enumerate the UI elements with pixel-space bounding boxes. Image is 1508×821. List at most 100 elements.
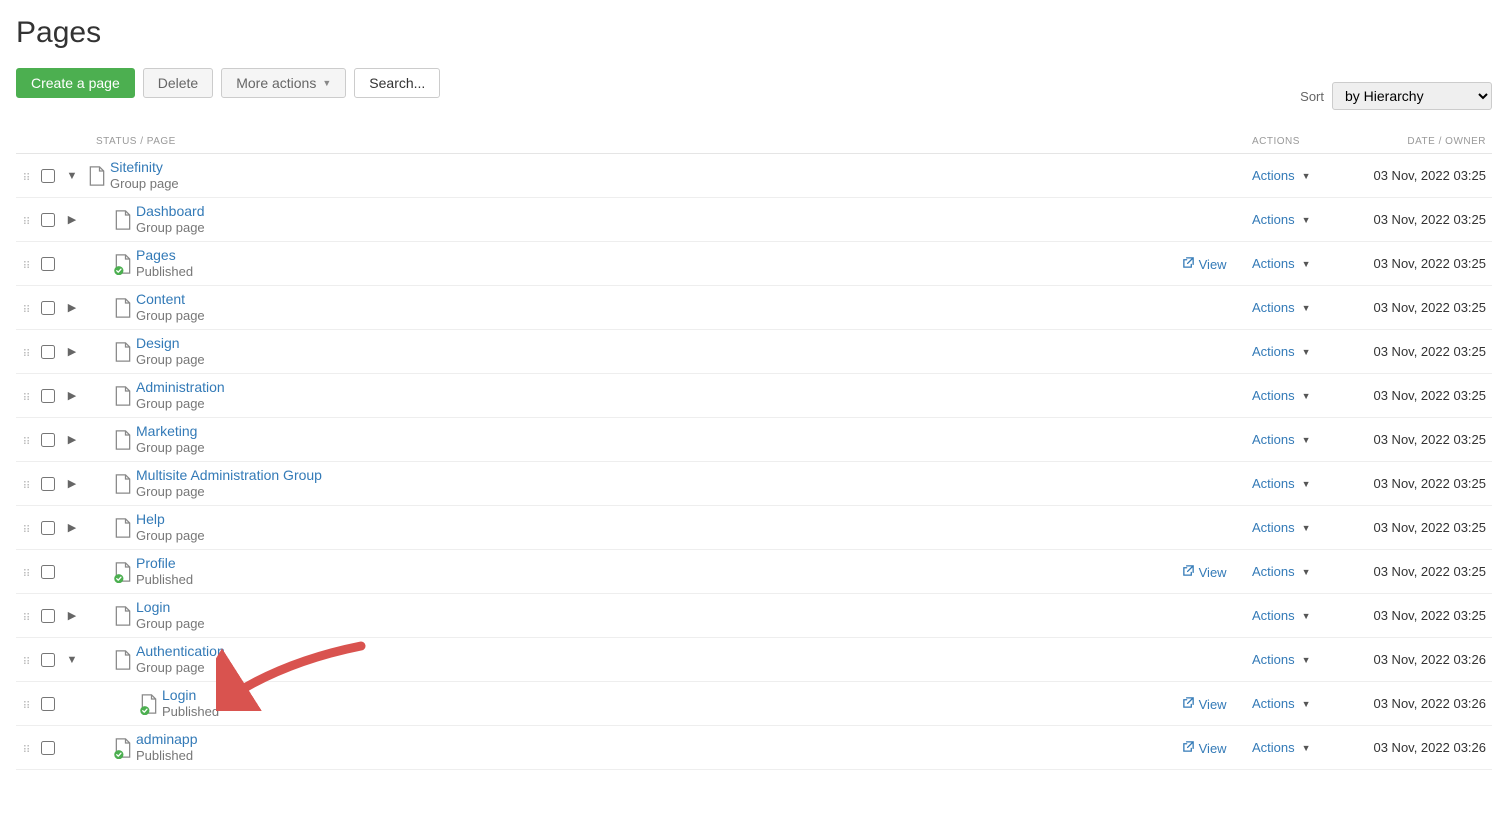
row-checkbox[interactable] (41, 257, 55, 271)
table-row[interactable]: LoginPublished ViewActions▼03 Nov, 2022 … (16, 682, 1492, 726)
row-checkbox[interactable] (41, 565, 55, 579)
delete-button[interactable]: Delete (143, 68, 213, 98)
page-name-link[interactable]: Sitefinity (110, 159, 1182, 176)
expand-toggle[interactable]: ▶ (60, 477, 84, 490)
page-name-link[interactable]: Login (162, 687, 1182, 704)
drag-handle[interactable] (16, 256, 36, 272)
page-name-link[interactable]: Design (136, 335, 1182, 352)
drag-handle[interactable] (16, 564, 36, 580)
row-actions-menu[interactable]: Actions▼ (1252, 564, 1332, 579)
collapse-toggle[interactable]: ▼ (60, 170, 84, 182)
drag-handle[interactable] (16, 696, 36, 712)
expand-toggle[interactable]: ▶ (60, 389, 84, 402)
page-name-link[interactable]: Content (136, 291, 1182, 308)
expand-toggle[interactable]: ▶ (60, 609, 84, 622)
drag-handle[interactable] (16, 520, 36, 536)
expand-toggle[interactable]: ▶ (60, 345, 84, 358)
caret-down-icon: ▼ (1302, 171, 1311, 181)
actions-label: Actions (1252, 652, 1295, 667)
drag-handle[interactable] (16, 740, 36, 756)
drag-handle[interactable] (16, 344, 36, 360)
table-row[interactable]: PagesPublished ViewActions▼03 Nov, 2022 … (16, 242, 1492, 286)
page-name-link[interactable]: Dashboard (136, 203, 1182, 220)
row-checkbox[interactable] (41, 301, 55, 315)
table-row[interactable]: ▶LoginGroup pageActions▼03 Nov, 2022 03:… (16, 594, 1492, 638)
table-row[interactable]: ▶HelpGroup pageActions▼03 Nov, 2022 03:2… (16, 506, 1492, 550)
row-actions-menu[interactable]: Actions▼ (1252, 344, 1332, 359)
table-row[interactable]: ▶Multisite Administration GroupGroup pag… (16, 462, 1492, 506)
row-checkbox[interactable] (41, 213, 55, 227)
view-link[interactable]: View (1182, 564, 1227, 580)
create-page-button[interactable]: Create a page (16, 68, 135, 98)
drag-handle[interactable] (16, 608, 36, 624)
drag-handle[interactable] (16, 212, 36, 228)
group-page-icon (110, 517, 136, 539)
row-checkbox-cell (36, 609, 60, 623)
table-row[interactable]: ProfilePublished ViewActions▼03 Nov, 202… (16, 550, 1492, 594)
page-name-link[interactable]: Profile (136, 555, 1182, 572)
more-actions-button[interactable]: More actions ▼ (221, 68, 346, 98)
page-name-link[interactable]: Marketing (136, 423, 1182, 440)
row-actions-menu[interactable]: Actions▼ (1252, 520, 1332, 535)
page-status-text: Group page (136, 308, 1182, 324)
page-name-link[interactable]: Multisite Administration Group (136, 467, 1182, 484)
expand-toggle[interactable]: ▶ (60, 213, 84, 226)
collapse-toggle[interactable]: ▼ (60, 654, 84, 666)
page-name-link[interactable]: Authentication (136, 643, 1182, 660)
page-name-link[interactable]: adminapp (136, 731, 1182, 748)
row-actions-menu[interactable]: Actions▼ (1252, 608, 1332, 623)
drag-handle[interactable] (16, 432, 36, 448)
row-checkbox[interactable] (41, 389, 55, 403)
drag-handle[interactable] (16, 388, 36, 404)
search-button[interactable]: Search... (354, 68, 440, 98)
row-actions-menu[interactable]: Actions▼ (1252, 740, 1332, 755)
table-row[interactable]: adminappPublished ViewActions▼03 Nov, 20… (16, 726, 1492, 770)
row-main: LoginGroup page (136, 599, 1182, 631)
page-name-link[interactable]: Pages (136, 247, 1182, 264)
drag-handle[interactable] (16, 300, 36, 316)
table-row[interactable]: ▶DesignGroup pageActions▼03 Nov, 2022 03… (16, 330, 1492, 374)
expand-toggle[interactable]: ▶ (60, 433, 84, 446)
expand-toggle[interactable]: ▶ (60, 521, 84, 534)
sort-select[interactable]: by Hierarchy (1332, 82, 1492, 110)
row-checkbox[interactable] (41, 169, 55, 183)
row-actions-menu[interactable]: Actions▼ (1252, 652, 1332, 667)
table-row[interactable]: ▶ContentGroup pageActions▼03 Nov, 2022 0… (16, 286, 1492, 330)
page-name-link[interactable]: Help (136, 511, 1182, 528)
row-actions-menu[interactable]: Actions▼ (1252, 212, 1332, 227)
table-row[interactable]: ▶DashboardGroup pageActions▼03 Nov, 2022… (16, 198, 1492, 242)
row-actions-menu[interactable]: Actions▼ (1252, 168, 1332, 183)
row-actions-menu[interactable]: Actions▼ (1252, 696, 1332, 711)
row-checkbox[interactable] (41, 477, 55, 491)
drag-handle[interactable] (16, 476, 36, 492)
row-actions-menu[interactable]: Actions▼ (1252, 300, 1332, 315)
row-checkbox[interactable] (41, 653, 55, 667)
page-name-link[interactable]: Administration (136, 379, 1182, 396)
row-actions-menu[interactable]: Actions▼ (1252, 432, 1332, 447)
view-link[interactable]: View (1182, 256, 1227, 272)
row-checkbox[interactable] (41, 345, 55, 359)
row-date: 03 Nov, 2022 03:25 (1332, 256, 1492, 271)
row-checkbox[interactable] (41, 697, 55, 711)
page-name-link[interactable]: Login (136, 599, 1182, 616)
row-main: adminappPublished (136, 731, 1182, 763)
view-link[interactable]: View (1182, 696, 1227, 712)
row-checkbox[interactable] (41, 433, 55, 447)
row-actions-menu[interactable]: Actions▼ (1252, 476, 1332, 491)
table-row[interactable]: ▼SitefinityGroup pageActions▼03 Nov, 202… (16, 154, 1492, 198)
page-status-text: Group page (136, 660, 1182, 676)
row-actions-menu[interactable]: Actions▼ (1252, 388, 1332, 403)
table-row[interactable]: ▶MarketingGroup pageActions▼03 Nov, 2022… (16, 418, 1492, 462)
table-row[interactable]: ▼AuthenticationGroup pageActions▼03 Nov,… (16, 638, 1492, 682)
row-checkbox[interactable] (41, 521, 55, 535)
table-row[interactable]: ▶AdministrationGroup pageActions▼03 Nov,… (16, 374, 1492, 418)
actions-label: Actions (1252, 432, 1295, 447)
row-checkbox[interactable] (41, 741, 55, 755)
row-checkbox[interactable] (41, 609, 55, 623)
view-link[interactable]: View (1182, 740, 1227, 756)
drag-handle[interactable] (16, 652, 36, 668)
expand-toggle[interactable]: ▶ (60, 301, 84, 314)
row-actions-menu[interactable]: Actions▼ (1252, 256, 1332, 271)
group-page-icon (110, 297, 136, 319)
drag-handle[interactable] (16, 168, 36, 184)
